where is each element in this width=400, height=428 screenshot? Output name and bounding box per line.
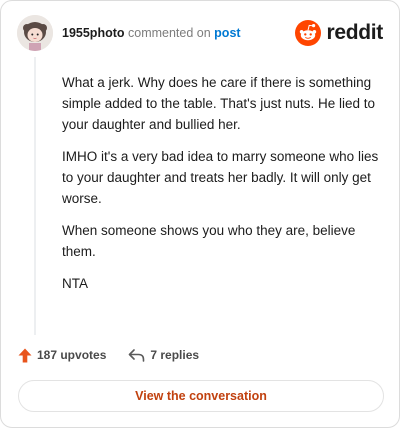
avatar-illustration-icon <box>17 15 53 51</box>
username-link[interactable]: 1955photo <box>62 26 125 40</box>
view-conversation-button[interactable]: View the conversation <box>18 380 384 412</box>
user-avatar[interactable] <box>17 15 53 51</box>
comment-paragraph: What a jerk. Why does he care if there i… <box>62 75 376 132</box>
upvote-arrow-icon <box>18 348 32 362</box>
comment-meta: 1955photo commented on post <box>62 25 241 41</box>
comment-paragraph: NTA <box>62 276 88 291</box>
replies-stat[interactable]: 7 replies <box>128 348 199 362</box>
comment-body: What a jerk. Why does he care if there i… <box>62 72 382 305</box>
embedded-comment-card: 1955photo commented on post reddit What … <box>0 0 400 428</box>
post-link[interactable]: post <box>214 26 240 40</box>
comment-header: 1955photo commented on post reddit <box>17 15 383 51</box>
upvotes-count: 187 upvotes <box>37 348 107 362</box>
reply-arrow-icon <box>129 348 145 362</box>
reddit-logo[interactable]: reddit <box>295 20 383 46</box>
thread-line <box>34 57 36 335</box>
comment-paragraph: IMHO it's a very bad idea to marry someo… <box>62 149 379 206</box>
comment-footer: 187 upvotes 7 replies <box>18 344 382 366</box>
upvotes-stat[interactable]: 187 upvotes <box>18 348 106 363</box>
replies-count: 7 replies <box>150 348 200 362</box>
comment-paragraph: When someone shows you who they are, bel… <box>62 223 356 259</box>
reddit-snoo-icon <box>295 20 322 46</box>
reddit-wordmark: reddit <box>326 21 383 44</box>
comment-action-text: commented on <box>128 26 211 40</box>
